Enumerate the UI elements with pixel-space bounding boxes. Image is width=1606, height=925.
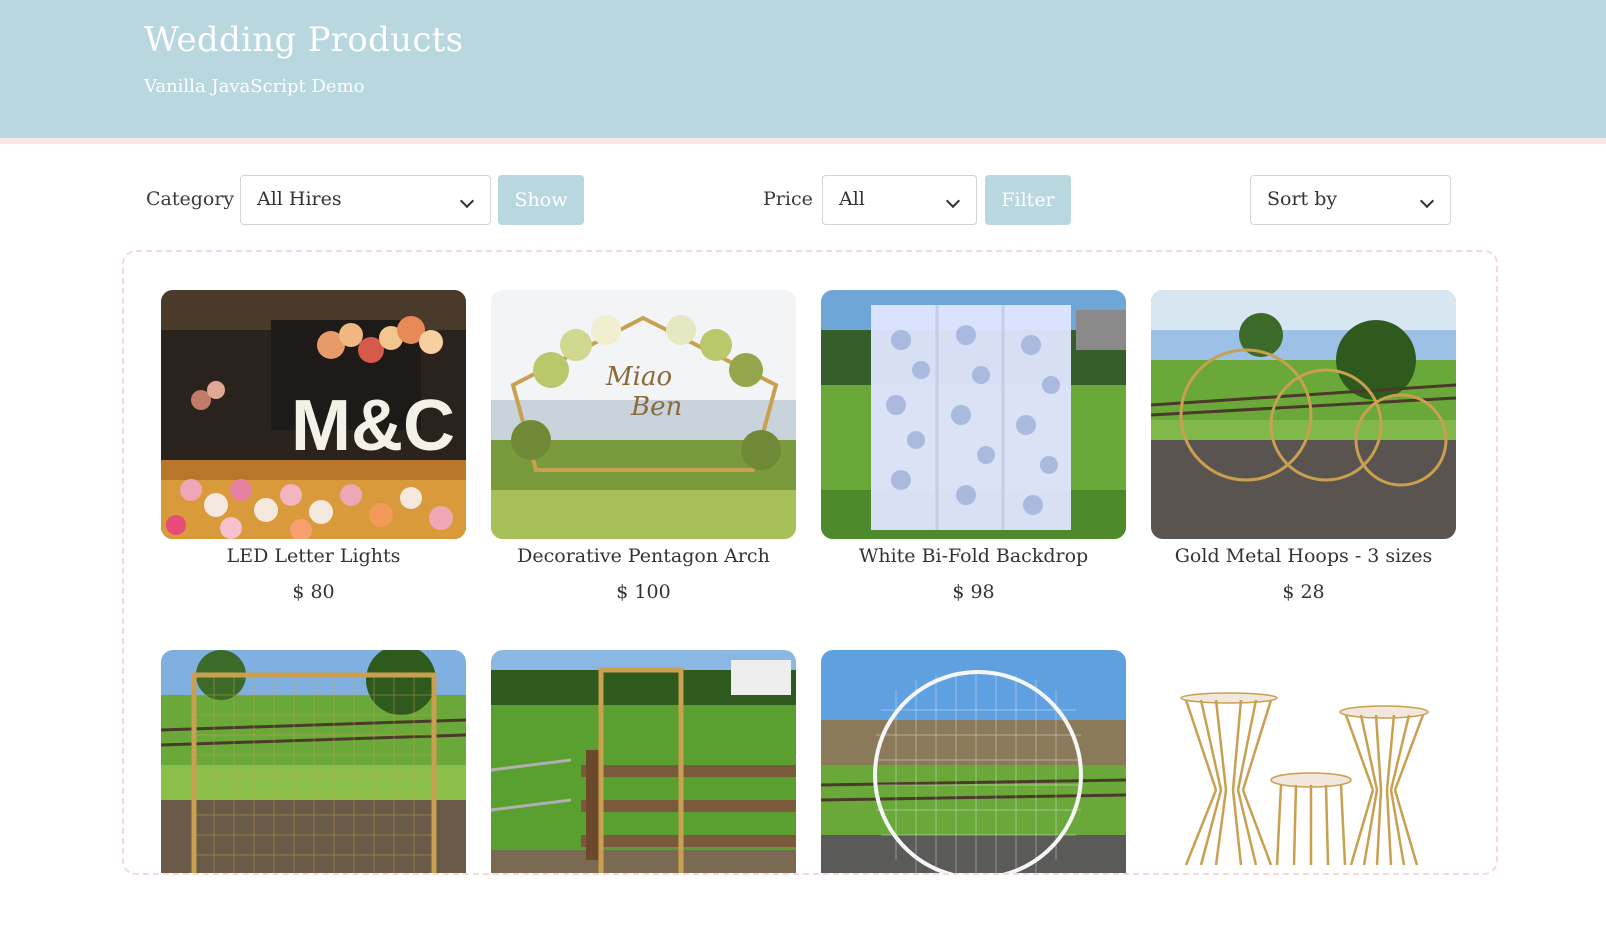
chevron-down-icon xyxy=(459,193,475,209)
gold-rectangle-arch-image xyxy=(491,650,796,873)
product-price: $ 28 xyxy=(1282,581,1325,603)
product-image[interactable] xyxy=(491,650,796,873)
product-name: Gold Metal Hoops - 3 sizes xyxy=(1174,545,1433,567)
product-card[interactable]: M&C LED Letter Lights $ 80 xyxy=(161,290,466,603)
price-select-value: All xyxy=(839,188,865,210)
product-price: $ 80 xyxy=(292,581,335,603)
product-image[interactable] xyxy=(821,290,1126,539)
product-image[interactable] xyxy=(161,650,466,873)
product-image[interactable]: Miao Ben xyxy=(491,290,796,539)
svg-text:Ben: Ben xyxy=(630,392,682,422)
product-price: $ 100 xyxy=(616,581,671,603)
svg-text:M&C: M&C xyxy=(291,386,455,466)
product-card[interactable]: Miao Ben Decorative Pentagon Arch $ 100 xyxy=(491,290,796,603)
chevron-down-icon xyxy=(945,193,961,209)
product-grid: M&C LED Letter Lights $ 80 Miao Ben Deco… xyxy=(122,250,1498,875)
gold-mesh-frame-image xyxy=(161,650,466,873)
product-card[interactable]: White Bi-Fold Backdrop $ 98 xyxy=(821,290,1126,603)
product-card[interactable] xyxy=(821,650,1126,873)
product-card[interactable] xyxy=(161,650,466,873)
price-select[interactable]: All xyxy=(822,175,977,225)
show-button[interactable]: Show xyxy=(498,175,584,225)
product-card[interactable] xyxy=(1151,650,1456,873)
svg-text:Miao: Miao xyxy=(605,362,672,392)
page-title: Wedding Products xyxy=(144,20,464,60)
product-price: $ 98 xyxy=(952,581,995,603)
category-select-value: All Hires xyxy=(257,188,342,210)
sort-select[interactable]: Sort by xyxy=(1250,175,1451,225)
page-header: Wedding Products Vanilla JavaScript Demo xyxy=(0,0,1606,144)
product-image[interactable]: M&C xyxy=(161,290,466,539)
gold-tables-image xyxy=(1151,650,1456,873)
product-card[interactable] xyxy=(491,650,796,873)
bifold-backdrop-image xyxy=(821,290,1126,539)
category-label: Category xyxy=(146,188,235,210)
gold-hoops-image xyxy=(1151,290,1456,539)
price-label: Price xyxy=(763,188,813,210)
product-image[interactable] xyxy=(1151,290,1456,539)
filter-button[interactable]: Filter xyxy=(985,175,1071,225)
product-image[interactable] xyxy=(1151,650,1456,873)
led-letter-lights-image: M&C xyxy=(161,290,466,539)
sort-select-value: Sort by xyxy=(1267,188,1338,210)
page-subtitle: Vanilla JavaScript Demo xyxy=(144,76,365,97)
round-mesh-backdrop-image xyxy=(821,650,1126,873)
filter-toolbar: Category All Hires Show Price All Filter… xyxy=(0,175,1606,225)
chevron-down-icon xyxy=(1419,193,1435,209)
pentagon-arch-image: Miao Ben xyxy=(491,290,796,539)
product-name: White Bi-Fold Backdrop xyxy=(858,545,1089,567)
product-image[interactable] xyxy=(821,650,1126,873)
product-name: LED Letter Lights xyxy=(226,545,401,567)
product-name: Decorative Pentagon Arch xyxy=(517,545,770,567)
category-select[interactable]: All Hires xyxy=(240,175,491,225)
product-card[interactable]: Gold Metal Hoops - 3 sizes $ 28 xyxy=(1151,290,1456,603)
